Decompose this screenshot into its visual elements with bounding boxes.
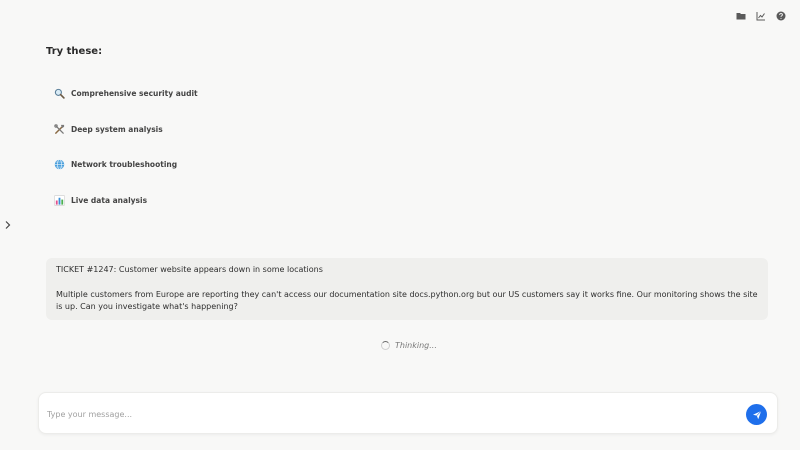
suggestion-label: Live data analysis: [71, 195, 148, 205]
user-message: TICKET #1247: Customer website appears d…: [46, 258, 768, 320]
chat-app: Try these: Comprehensive security audit …: [0, 0, 800, 450]
message-input[interactable]: [47, 405, 737, 423]
chevron-right-icon[interactable]: [3, 219, 13, 231]
message-body: Multiple customers from Europe are repor…: [56, 289, 758, 312]
suggestion-live-data[interactable]: Live data analysis: [54, 193, 147, 207]
message-title: TICKET #1247: Customer website appears d…: [56, 265, 323, 274]
send-icon: [752, 410, 761, 419]
suggestion-label: Deep system analysis: [71, 124, 163, 134]
spinner-icon: [381, 341, 390, 350]
suggestion-system-analysis[interactable]: Deep system analysis: [54, 122, 163, 136]
thinking-indicator: Thinking...: [381, 341, 437, 350]
help-icon[interactable]: [776, 11, 786, 21]
bar-chart-icon: [54, 194, 65, 206]
folder-icon[interactable]: [736, 11, 746, 21]
suggestions-heading: Try these:: [46, 46, 103, 57]
suggestion-label: Network troubleshooting: [71, 159, 178, 169]
globe-icon: [54, 158, 65, 170]
suggestion-network-troubleshooting[interactable]: Network troubleshooting: [54, 157, 177, 171]
thinking-text: Thinking...: [395, 341, 437, 350]
chart-line-icon[interactable]: [756, 11, 766, 21]
magnifier-icon: [54, 88, 65, 99]
message-composer: [38, 392, 778, 434]
tools-icon: [54, 123, 65, 134]
top-toolbar: [736, 11, 786, 21]
send-button[interactable]: [746, 404, 767, 425]
suggestion-security-audit[interactable]: Comprehensive security audit: [54, 86, 198, 100]
suggestion-label: Comprehensive security audit: [71, 88, 198, 98]
